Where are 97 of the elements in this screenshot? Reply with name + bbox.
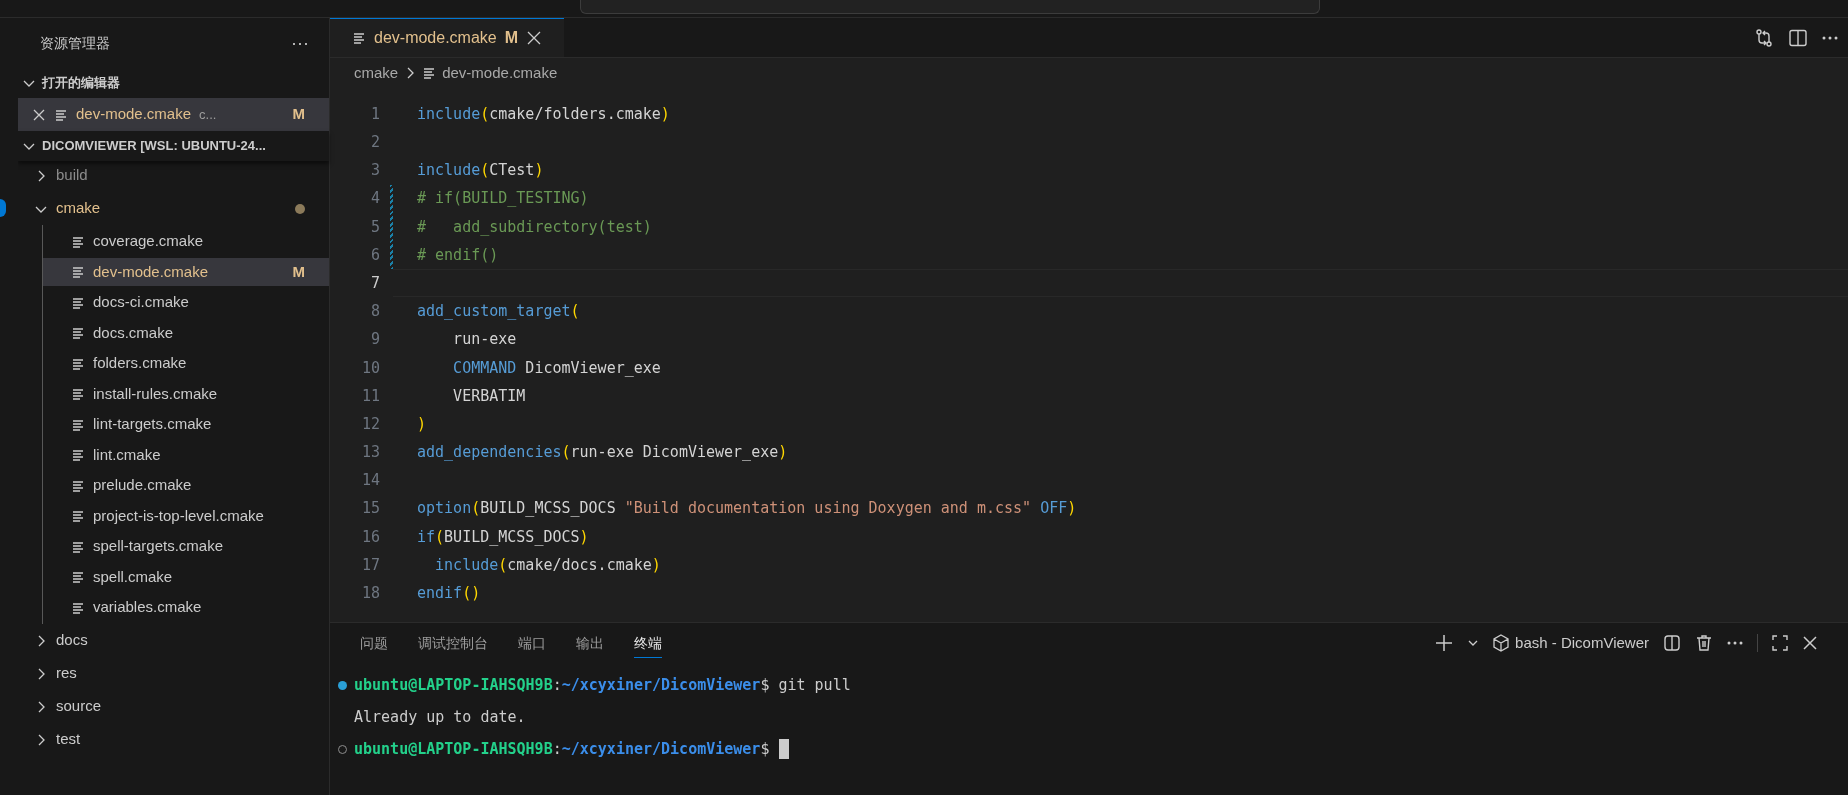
close-icon[interactable] <box>1802 635 1818 651</box>
panel-title: 资源管理器 <box>40 33 110 53</box>
search-field[interactable] <box>580 0 1320 14</box>
file-lines-icon <box>71 448 85 462</box>
code-line: include(cmake/folders.cmake) <box>417 103 670 125</box>
code-line: add_custom_target( <box>417 301 580 323</box>
line-number: 2 <box>369 132 380 154</box>
line-number: 4 <box>369 188 380 210</box>
code-line: VERBATIM <box>452 385 526 407</box>
editor-tab[interactable]: dev-mode.cmake M <box>330 18 565 57</box>
line-number: 14 <box>360 470 380 492</box>
line-number: 16 <box>360 526 380 548</box>
file-item[interactable]: variables.cmake <box>43 593 329 622</box>
panel-tab[interactable]: 端口 <box>518 628 546 658</box>
close-icon[interactable] <box>526 30 543 46</box>
file-item[interactable]: spell.cmake <box>43 563 329 591</box>
line-number: 18 <box>360 583 380 605</box>
file-item[interactable]: lint-targets.cmake <box>43 410 329 439</box>
line-number: 1 <box>369 103 380 125</box>
open-editor-item[interactable]: dev-mode.cmake c... M <box>18 98 329 131</box>
file-lines-icon <box>71 265 85 279</box>
terminal-name[interactable]: bash - DicomViewer <box>1515 631 1649 655</box>
folder-item[interactable]: test <box>18 725 329 754</box>
file-lines-icon <box>71 417 85 432</box>
file-lines-icon <box>71 600 85 615</box>
section-header[interactable]: DICOMVIEWER [WSL: UBUNTU-24... <box>18 131 329 161</box>
breadcrumb-item[interactable]: dev-mode.cmake <box>442 61 558 85</box>
file-item[interactable]: coverage.cmake <box>43 227 329 256</box>
file-lines-icon <box>54 107 68 122</box>
line-number: 10 <box>360 357 380 379</box>
close-icon[interactable] <box>32 107 46 122</box>
line-number: 5 <box>369 216 380 238</box>
line-number: 3 <box>369 160 380 182</box>
line-number: 15 <box>360 498 380 520</box>
breadcrumb-item[interactable]: cmake <box>354 61 399 85</box>
split-editor-icon[interactable] <box>1788 27 1808 48</box>
file-lines-icon <box>71 234 85 249</box>
line-number: 17 <box>360 554 380 576</box>
file-item[interactable]: folders.cmake <box>43 349 329 378</box>
line-number: 9 <box>369 329 380 351</box>
split-terminal-icon[interactable] <box>1663 634 1681 652</box>
line-number: 13 <box>360 442 380 464</box>
file-lines-icon <box>71 356 85 371</box>
code-line: # endif() <box>417 244 499 266</box>
file-lines-icon <box>71 295 85 310</box>
file-lines-icon <box>71 509 85 523</box>
line-number: 7 <box>369 272 380 294</box>
code-line: # add_subdirectory(test) <box>417 216 652 238</box>
compare-changes-icon[interactable] <box>1754 27 1774 48</box>
code-line: endif() <box>417 583 481 605</box>
file-item[interactable]: docs.cmake <box>43 319 329 347</box>
folder-item[interactable]: cmake <box>18 194 329 223</box>
file-lines-icon <box>71 387 85 401</box>
file-item[interactable]: spell-targets.cmake <box>43 532 329 561</box>
file-item[interactable]: dev-mode.cmake M <box>43 258 329 286</box>
terminal-line: Already up to date. <box>354 706 526 728</box>
code-line: # if(BUILD_TESTING) <box>417 188 589 210</box>
code-line: ) <box>417 413 427 435</box>
folder-item[interactable]: build <box>18 161 329 190</box>
terminal-line: ubuntu@LAPTOP-IAHSQH9B:~/xcyxiner/DicomViewer$ git pull <box>354 674 851 696</box>
file-lines-icon <box>71 570 85 584</box>
code-line: if(BUILD_MCSS_DOCS) <box>417 526 589 548</box>
panel-tab[interactable]: 终端 <box>634 628 662 658</box>
line-number: 6 <box>369 244 380 266</box>
panel-tab[interactable]: 输出 <box>576 628 604 658</box>
code-line: COMMAND DicomViewer_exe <box>452 357 661 379</box>
panel-tab[interactable]: 调试控制台 <box>418 628 488 658</box>
code-line: run-exe <box>452 329 517 351</box>
more-actions-button[interactable]: ··· <box>291 34 309 52</box>
file-item[interactable]: install-rules.cmake <box>43 380 329 408</box>
folder-item[interactable]: docs <box>18 626 329 655</box>
section-header[interactable]: 打开的编辑器 <box>18 68 329 98</box>
file-item[interactable]: docs-ci.cmake <box>43 288 329 317</box>
code-line: option(BUILD_MCSS_DOCS "Build documentation using Doxygen and m.css" OFF) <box>417 498 1077 520</box>
panel-tab[interactable]: 问题 <box>360 628 388 658</box>
line-number: 12 <box>360 413 380 435</box>
code-line: include(CTest) <box>417 160 544 182</box>
line-number: 8 <box>369 301 380 323</box>
more-actions-icon[interactable] <box>1727 641 1743 645</box>
more-actions-icon[interactable] <box>1822 35 1838 40</box>
trash-icon[interactable] <box>1695 634 1713 652</box>
file-item[interactable]: prelude.cmake <box>43 471 329 500</box>
folder-item[interactable]: source <box>18 692 329 721</box>
file-item[interactable]: project-is-top-level.cmake <box>43 502 329 530</box>
plus-icon[interactable] <box>1435 634 1454 652</box>
code-line: add_dependencies(run-exe DicomViewer_exe) <box>417 442 788 464</box>
file-lines-icon <box>422 66 437 80</box>
file-lines-icon <box>71 478 85 493</box>
file-lines-icon <box>352 31 366 45</box>
maximize-icon[interactable] <box>1772 635 1788 651</box>
code-line: include(cmake/docs.cmake) <box>434 554 661 576</box>
terminal-line: ubuntu@LAPTOP-IAHSQH9B:~/xcyxiner/DicomViewer$ <box>354 738 770 760</box>
folder-item[interactable]: res <box>18 659 329 688</box>
file-item[interactable]: lint.cmake <box>43 441 329 469</box>
file-lines-icon <box>71 539 85 554</box>
line-number: 11 <box>360 385 380 407</box>
file-lines-icon <box>71 326 85 340</box>
